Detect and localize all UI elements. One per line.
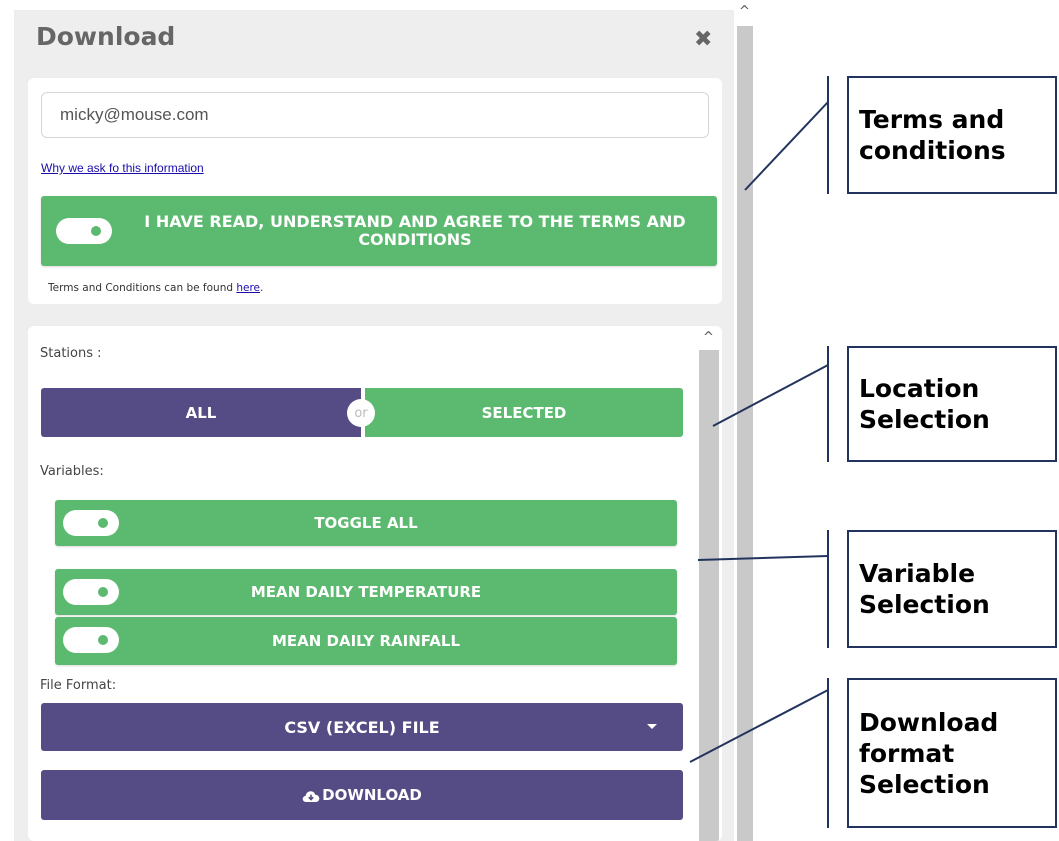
annotation-bracket [827, 76, 829, 194]
annotation-bracket [827, 346, 829, 462]
annotation-variable: Variable Selection [847, 530, 1057, 648]
annotation-download-format: Download format Selection [847, 678, 1057, 828]
annotation-terms: Terms and conditions [847, 76, 1057, 194]
annotation-location: Location Selection [847, 346, 1057, 462]
annotation-bracket [827, 530, 829, 648]
annotation-bracket [827, 678, 829, 828]
